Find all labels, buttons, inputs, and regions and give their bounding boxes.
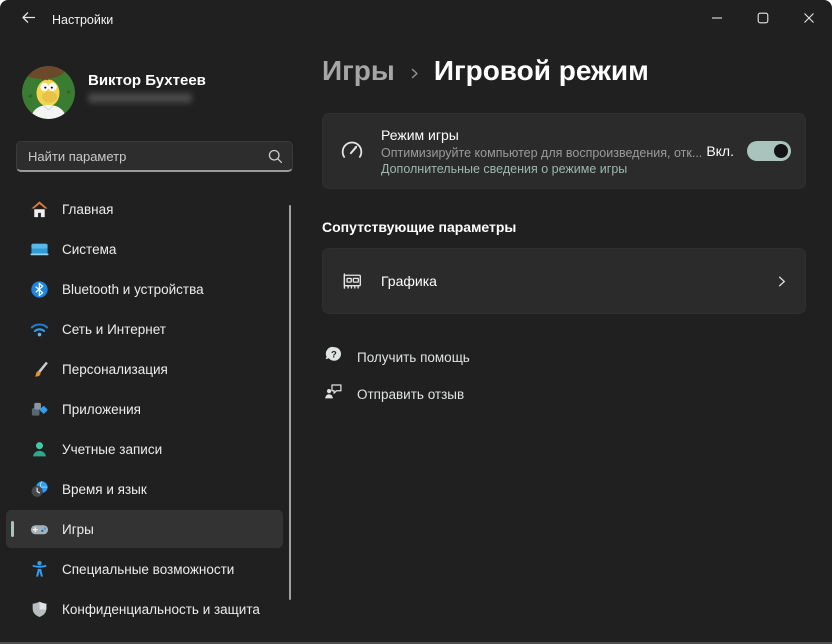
game-mode-toggle[interactable] <box>747 141 791 161</box>
apps-icon <box>30 400 49 419</box>
time-language-icon <box>30 480 49 499</box>
gamepad-icon <box>30 520 49 539</box>
sidebar-scrollbar[interactable] <box>289 205 291 600</box>
footer-links: ? Получить помощь Отправить отзыв <box>324 345 470 419</box>
chevron-right-icon <box>408 67 421 80</box>
related-settings-header: Сопутствующие параметры <box>322 219 517 235</box>
sidebar-item-home[interactable]: Главная <box>6 190 283 228</box>
sidebar-item-personalization[interactable]: Персонализация <box>6 350 283 388</box>
back-button[interactable] <box>10 5 46 35</box>
sidebar-item-gaming[interactable]: Игры <box>6 510 283 548</box>
bluetooth-icon <box>30 280 49 299</box>
toggle-knob <box>774 144 788 158</box>
breadcrumb-parent[interactable]: Игры <box>322 55 395 87</box>
sidebar-item-bluetooth[interactable]: Bluetooth и устройства <box>6 270 283 308</box>
sidebar-item-label: Система <box>62 241 117 257</box>
get-help-link[interactable]: ? Получить помощь <box>324 345 470 369</box>
sidebar-item-label: Конфиденциальность и защита <box>62 601 260 617</box>
sidebar-item-time-language[interactable]: Время и язык <box>6 470 283 508</box>
arrow-left-icon <box>20 9 37 31</box>
search-icon[interactable] <box>267 148 284 165</box>
toggle-state-label: Вкл. <box>706 143 734 159</box>
sidebar-item-label: Учетные записи <box>62 441 163 457</box>
avatar <box>22 66 75 119</box>
sidebar-item-apps[interactable]: Приложения <box>6 390 283 428</box>
sidebar-item-label: Bluetooth и устройства <box>62 281 204 297</box>
svg-text:?: ? <box>331 350 337 361</box>
sidebar-item-label: Игры <box>62 521 94 537</box>
main-content: Игры Игровой режим Режим игры Оптимизиру… <box>300 0 832 644</box>
footer-link-label: Отправить отзыв <box>357 386 465 402</box>
sidebar-item-label: Специальные возможности <box>62 561 235 577</box>
home-icon <box>30 200 49 219</box>
sidebar-item-accessibility[interactable]: Специальные возможности <box>6 550 283 588</box>
settings-window: Настройки Виктор Бухтеев Найти параметр … <box>0 0 832 644</box>
search-input[interactable] <box>16 141 293 172</box>
send-feedback-link[interactable]: Отправить отзыв <box>324 382 470 406</box>
app-title: Настройки <box>52 13 114 27</box>
gauge-icon <box>323 138 381 164</box>
feedback-icon <box>324 382 343 406</box>
sidebar: Виктор Бухтеев Главная Система <box>0 40 300 644</box>
game-mode-title: Режим игры <box>381 126 459 143</box>
personalization-icon <box>30 360 49 379</box>
search-box <box>16 141 293 172</box>
graphics-card-row[interactable]: Графика <box>322 248 806 314</box>
sidebar-item-label: Сеть и Интернет <box>62 321 166 337</box>
sidebar-item-network[interactable]: Сеть и Интернет <box>6 310 283 348</box>
footer-link-label: Получить помощь <box>357 349 470 365</box>
sidebar-item-label: Время и язык <box>62 481 147 497</box>
game-mode-text: Режим игры Оптимизируйте компьютер для в… <box>381 127 702 176</box>
gpu-icon <box>323 269 381 294</box>
breadcrumb: Игры Игровой режим <box>322 55 649 87</box>
profile-email-redacted <box>88 93 192 103</box>
profile-name: Виктор Бухтеев <box>88 72 206 89</box>
network-icon <box>30 320 49 339</box>
shield-icon <box>30 600 49 619</box>
help-icon: ? <box>324 345 343 369</box>
game-mode-description: Оптимизируйте компьютер для воспроизведе… <box>381 145 703 160</box>
accessibility-icon <box>30 560 49 579</box>
sidebar-item-privacy[interactable]: Конфиденциальность и защита <box>6 590 283 628</box>
sidebar-item-label: Приложения <box>62 401 141 417</box>
accounts-icon <box>30 440 49 459</box>
chevron-right-icon <box>774 274 789 289</box>
graphics-label: Графика <box>381 273 437 289</box>
sidebar-item-label: Главная <box>62 201 114 217</box>
toggle-group: Вкл. <box>706 141 791 161</box>
game-mode-card: Режим игры Оптимизируйте компьютер для в… <box>322 113 806 189</box>
sidebar-item-accounts[interactable]: Учетные записи <box>6 430 283 468</box>
sidebar-item-system[interactable]: Система <box>6 230 283 268</box>
game-mode-learn-more-link[interactable]: Дополнительные сведения о режиме игры <box>381 162 702 176</box>
sidebar-nav: Главная Система Bluetooth и устройства С… <box>6 190 283 644</box>
system-icon <box>30 240 49 259</box>
page-title: Игровой режим <box>433 55 649 86</box>
sidebar-item-label: Персонализация <box>62 361 168 377</box>
